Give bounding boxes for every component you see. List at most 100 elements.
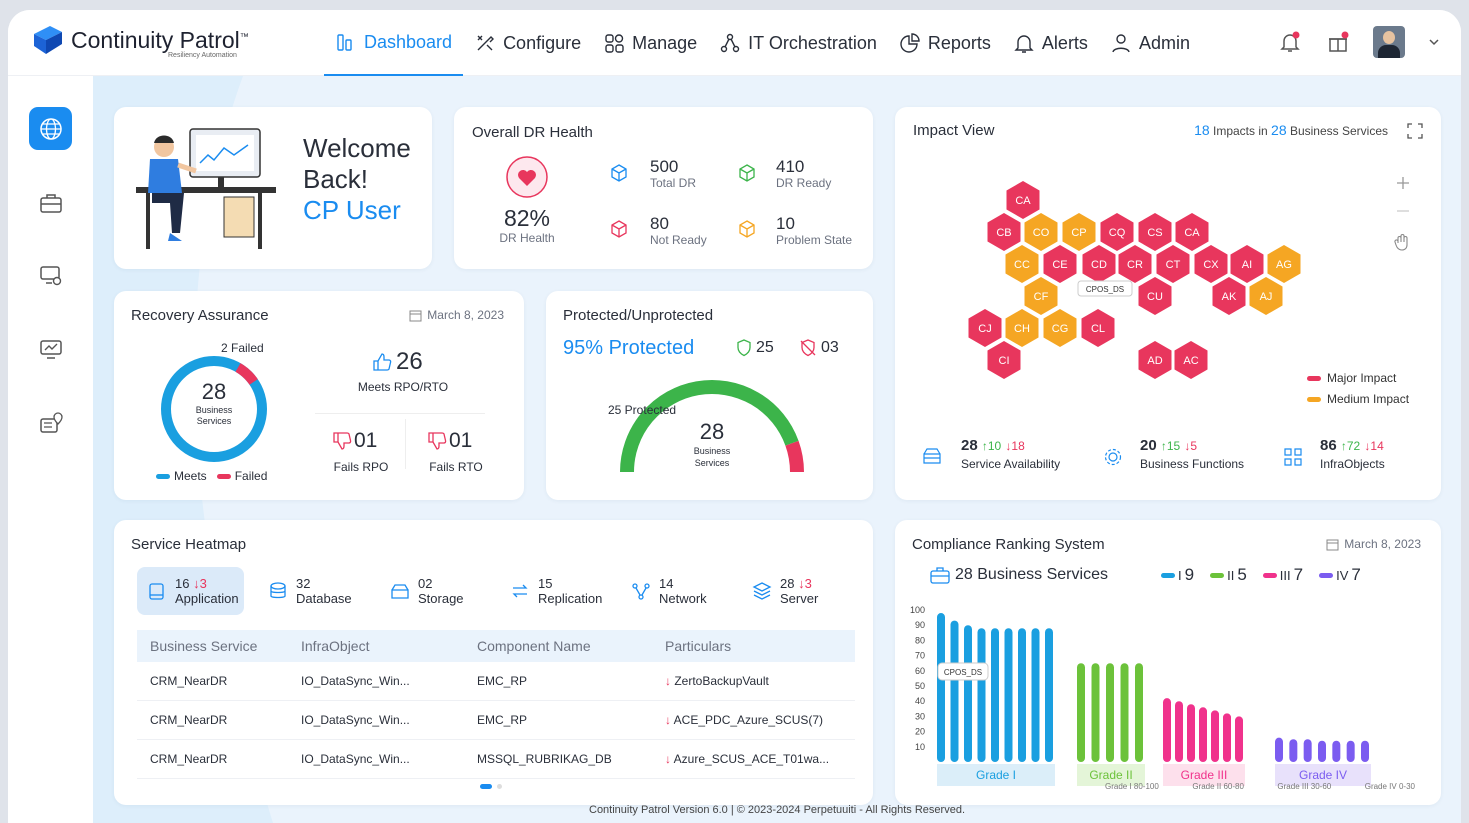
notification-bell-icon[interactable] bbox=[1277, 29, 1303, 55]
compliance-bar[interactable] bbox=[1163, 698, 1171, 762]
impact-hex[interactable]: CO bbox=[1024, 213, 1058, 251]
impact-hex[interactable]: CU bbox=[1138, 277, 1172, 315]
compliance-bar[interactable] bbox=[1077, 663, 1085, 762]
table-cell: IO_DataSync_Win... bbox=[301, 713, 410, 727]
nav-admin[interactable]: Admin bbox=[1099, 10, 1201, 76]
svg-text:CE: CE bbox=[1052, 259, 1067, 271]
nav-it-orchestration[interactable]: IT Orchestration bbox=[708, 10, 888, 76]
legend-swatch bbox=[1161, 572, 1175, 578]
heatmap-tabs: 16 ↓3 Application 32 Database 02 Storage 15 … bbox=[137, 567, 859, 615]
nav-alerts[interactable]: Alerts bbox=[1002, 10, 1099, 76]
table-cell: CRM_NearDR bbox=[150, 674, 228, 688]
impact-hex[interactable]: CA bbox=[1006, 181, 1040, 219]
calendar-icon bbox=[409, 310, 422, 321]
compliance-bar[interactable] bbox=[1303, 739, 1312, 762]
impact-hex[interactable]: CI bbox=[987, 341, 1021, 379]
table-row[interactable]: CRM_NearDR IO_DataSync_Win... EMC_RP ↓ ACE_… bbox=[137, 701, 855, 740]
impact-hex[interactable]: CQ bbox=[1100, 213, 1134, 251]
sidebar-item-monitor-chart[interactable] bbox=[29, 328, 72, 371]
compliance-bar[interactable] bbox=[1091, 663, 1100, 762]
impact-hex[interactable]: CB bbox=[987, 213, 1021, 251]
heatmap-tab-database[interactable]: 32 Database bbox=[258, 567, 366, 615]
impact-hex[interactable]: CP bbox=[1062, 213, 1096, 251]
sidebar-item-briefcase[interactable] bbox=[29, 181, 72, 224]
compliance-bar[interactable] bbox=[964, 625, 972, 762]
avatar[interactable] bbox=[1373, 26, 1405, 58]
table-cell: EMC_RP bbox=[477, 674, 528, 688]
impact-hex[interactable]: CX bbox=[1194, 245, 1228, 283]
compliance-bar[interactable] bbox=[1361, 740, 1369, 762]
briefcase-icon bbox=[930, 567, 950, 584]
gift-icon[interactable] bbox=[1325, 29, 1351, 55]
impact-hex[interactable]: CH bbox=[1005, 309, 1039, 347]
impact-hex[interactable]: CG bbox=[1043, 309, 1077, 347]
impact-hex[interactable]: CJ bbox=[968, 309, 1002, 347]
impact-hex[interactable]: AI bbox=[1230, 245, 1264, 283]
compliance-bar[interactable] bbox=[991, 628, 999, 762]
nav-manage[interactable]: Manage bbox=[592, 10, 708, 76]
cube-green-icon bbox=[739, 164, 755, 182]
sidebar-item-server-location[interactable] bbox=[29, 402, 72, 445]
compliance-bar[interactable] bbox=[1175, 701, 1183, 762]
compliance-bar[interactable] bbox=[1289, 739, 1298, 762]
chevron-down-icon[interactable] bbox=[1427, 35, 1441, 49]
heatmap-tab-network[interactable]: 14 Network bbox=[621, 567, 729, 615]
impact-hex[interactable]: AJ bbox=[1249, 277, 1283, 315]
impact-hex[interactable]: AG bbox=[1267, 245, 1301, 283]
impact-hex[interactable]: AC bbox=[1174, 341, 1208, 379]
impact-hex[interactable]: CT bbox=[1156, 245, 1190, 283]
compliance-bar[interactable] bbox=[1045, 628, 1053, 762]
compliance-bar[interactable] bbox=[1318, 740, 1326, 762]
table-row[interactable]: CRM_NearDR IO_DataSync_Win... MSSQL_RUBRIK… bbox=[137, 740, 855, 779]
compliance-bar[interactable] bbox=[1235, 716, 1243, 762]
column-header[interactable]: Particulars bbox=[652, 638, 855, 654]
gear-icon bbox=[1104, 448, 1122, 466]
compliance-bar[interactable] bbox=[1004, 628, 1013, 762]
impact-hex[interactable]: CE bbox=[1043, 245, 1077, 283]
page-dot-active[interactable] bbox=[480, 784, 492, 789]
impact-hex[interactable]: AD bbox=[1138, 341, 1172, 379]
heatmap-tab-replication[interactable]: 15 Replication bbox=[500, 567, 608, 615]
compliance-bar[interactable] bbox=[1332, 740, 1341, 762]
column-header[interactable]: Component Name bbox=[464, 638, 652, 654]
heatmap-tab-storage[interactable]: 02 Storage bbox=[380, 567, 488, 615]
compliance-bar[interactable] bbox=[1031, 628, 1040, 762]
impact-hex[interactable]: CF bbox=[1024, 277, 1058, 315]
column-header[interactable]: InfraObject bbox=[288, 638, 464, 654]
compliance-bar[interactable] bbox=[1187, 704, 1195, 762]
nav-configure[interactable]: Configure bbox=[463, 10, 592, 76]
impact-hex[interactable]: CA bbox=[1175, 213, 1209, 251]
table-row[interactable]: CRM_NearDR IO_DataSync_Win... EMC_RP ↓ Zert… bbox=[137, 662, 855, 701]
compliance-bar[interactable] bbox=[1275, 737, 1283, 762]
gauge-total: 28 bbox=[699, 419, 725, 444]
legend-label: IV bbox=[1336, 567, 1349, 583]
compliance-bar[interactable] bbox=[1199, 707, 1207, 762]
impact-hex[interactable]: AK bbox=[1212, 277, 1246, 315]
heatmap-tab-server[interactable]: 28 ↓3 Server bbox=[742, 567, 850, 615]
compliance-bar[interactable] bbox=[1120, 663, 1129, 762]
impact-hex[interactable]: CR bbox=[1118, 245, 1152, 283]
nav-reports[interactable]: Reports bbox=[888, 10, 1002, 76]
impact-hex[interactable]: CS bbox=[1138, 213, 1172, 251]
compliance-bar[interactable] bbox=[1223, 713, 1231, 762]
impact-hex[interactable]: CD bbox=[1082, 245, 1116, 283]
impact-hex[interactable]: CC bbox=[1005, 245, 1039, 283]
compliance-bar[interactable] bbox=[1106, 663, 1114, 762]
compliance-bar[interactable] bbox=[937, 613, 945, 762]
compliance-bar[interactable] bbox=[1135, 663, 1143, 762]
sidebar-item-globe[interactable] bbox=[29, 107, 72, 150]
impact-hex[interactable]: CL bbox=[1081, 309, 1115, 347]
compliance-bar[interactable] bbox=[1346, 740, 1355, 762]
nav-dashboard[interactable]: Dashboard bbox=[324, 10, 464, 76]
compliance-bar[interactable] bbox=[1018, 628, 1026, 762]
compliance-bar[interactable] bbox=[950, 620, 959, 762]
compliance-bar[interactable] bbox=[977, 628, 986, 762]
compliance-bar[interactable] bbox=[1211, 710, 1219, 762]
brand-name[interactable]: Continuity Patrol™ bbox=[71, 27, 249, 54]
grid-icon bbox=[1284, 448, 1302, 466]
sidebar-item-monitor-view[interactable] bbox=[29, 254, 72, 297]
heatmap-tab-application[interactable]: 16 ↓3 Application bbox=[137, 567, 244, 615]
column-header[interactable]: Business Service bbox=[137, 638, 288, 654]
down-arrow-icon: ↓ bbox=[665, 752, 674, 766]
page-dot[interactable] bbox=[497, 784, 502, 789]
